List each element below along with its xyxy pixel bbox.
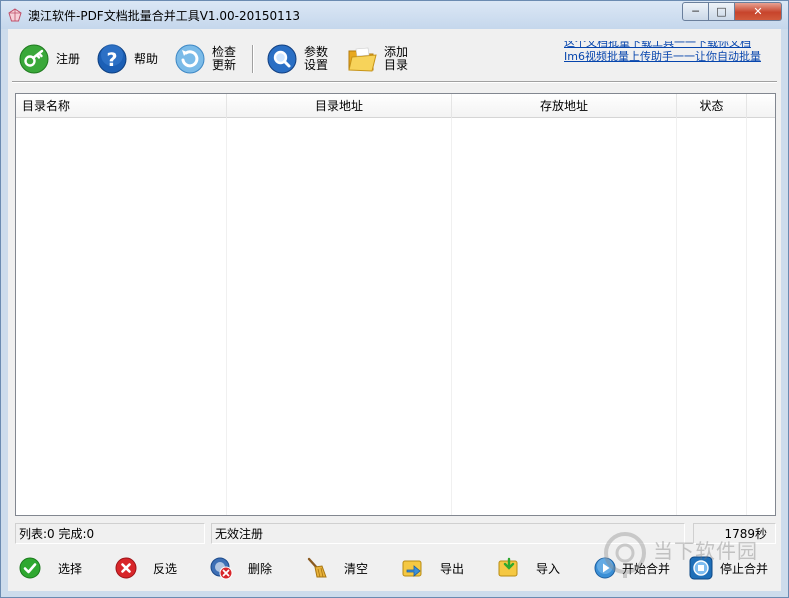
toolbar-separator: [252, 45, 254, 73]
status-bar: 列表:0 完成:0 无效注册 1789秒: [15, 523, 776, 545]
stop-icon: [689, 556, 713, 580]
play-icon: [594, 557, 616, 579]
start-merge-button[interactable]: 开始合并: [593, 555, 670, 581]
window-title: 澳江软件-PDF文档批量合并工具V1.00-20150113: [28, 9, 301, 23]
column-header-save-path[interactable]: 存放地址: [452, 94, 677, 118]
directory-list[interactable]: 目录名称 目录地址 存放地址 状态: [15, 93, 776, 516]
column-header-filler: [747, 94, 775, 118]
broom-icon: [307, 557, 327, 578]
column-divider: [451, 118, 452, 515]
ad-link-downloader[interactable]: 这个文档批量下载工具一一下载你文档: [564, 41, 779, 50]
export-icon: [402, 560, 422, 577]
import-label: 导入: [536, 561, 561, 576]
action-bar: 选择 反选 删除 清空 导出 导入 开始合并 停止合并: [8, 551, 781, 587]
minimize-icon: ─: [692, 5, 699, 18]
status-counts: 列表:0 完成:0: [15, 523, 205, 544]
check-icon: [19, 557, 41, 579]
settings-button[interactable]: 参数设置: [266, 41, 330, 77]
add-directory-label: 添加目录: [384, 45, 409, 72]
check-update-label: 检查更新: [212, 45, 237, 72]
column-header-status[interactable]: 状态: [677, 94, 747, 118]
close-button[interactable]: ✕: [735, 2, 782, 21]
toolbar: 注册 ? 帮助 检查更新 参数设置 添加目录 这个文档批量下载工具一一下载你文档…: [8, 29, 781, 85]
maximize-icon: □: [716, 5, 727, 18]
help-icon: ?: [97, 44, 127, 74]
register-button[interactable]: 注册: [18, 41, 80, 77]
search-settings-icon: [267, 44, 297, 74]
add-directory-button[interactable]: 添加目录: [346, 41, 410, 77]
stop-merge-button[interactable]: 停止合并: [689, 555, 768, 581]
register-label: 注册: [56, 51, 81, 66]
window-controls: ─ □ ✕: [682, 2, 782, 21]
close-icon: ✕: [753, 5, 763, 18]
app-icon: [8, 8, 22, 22]
title-bar[interactable]: 澳江软件-PDF文档批量合并工具V1.00-20150113 ─ □ ✕: [1, 1, 788, 29]
help-button[interactable]: ? 帮助: [96, 41, 158, 77]
column-header-dir-path[interactable]: 目录地址: [227, 94, 452, 118]
status-timer: 1789秒: [693, 523, 776, 544]
app-window: 澳江软件-PDF文档批量合并工具V1.00-20150113 ─ □ ✕ 注册: [0, 0, 789, 598]
help-label: 帮助: [134, 51, 159, 66]
delete-button[interactable]: 删除: [209, 555, 272, 581]
stop-merge-label: 停止合并: [720, 561, 769, 576]
svg-text:?: ?: [106, 49, 117, 71]
delete-label: 删除: [248, 561, 273, 576]
export-label: 导出: [440, 561, 465, 576]
toolbar-divider: [12, 81, 777, 83]
settings-label: 参数设置: [304, 45, 329, 72]
minimize-button[interactable]: ─: [682, 2, 709, 21]
select-button[interactable]: 选择: [18, 555, 82, 581]
column-divider: [226, 118, 227, 515]
list-header: 目录名称 目录地址 存放地址 状态: [16, 94, 775, 118]
maximize-button[interactable]: □: [709, 2, 735, 21]
refresh-icon: [175, 44, 205, 74]
invert-selection-button[interactable]: 反选: [114, 555, 177, 581]
clear-button[interactable]: 清空: [305, 555, 368, 581]
folder-icon: [348, 47, 377, 72]
import-button[interactable]: 导入: [497, 555, 560, 581]
status-registration: 无效注册: [211, 523, 685, 544]
check-update-button[interactable]: 检查更新: [174, 41, 238, 77]
export-button[interactable]: 导出: [401, 555, 464, 581]
delete-icon: [210, 557, 233, 580]
select-label: 选择: [58, 561, 83, 576]
key-icon: [19, 44, 49, 74]
column-divider: [746, 118, 747, 515]
start-merge-label: 开始合并: [622, 561, 671, 576]
cross-circle-icon: [115, 557, 137, 579]
column-header-dir-name[interactable]: 目录名称: [16, 94, 227, 118]
client-area: 注册 ? 帮助 检查更新 参数设置 添加目录 这个文档批量下载工具一一下载你文档…: [8, 29, 781, 591]
ad-link-uploader[interactable]: Im6视频批量上传助手一一让你自动批量: [564, 50, 779, 64]
import-icon: [498, 557, 518, 577]
list-body[interactable]: [16, 118, 775, 515]
clear-label: 清空: [344, 561, 369, 576]
column-divider: [676, 118, 677, 515]
invert-selection-label: 反选: [153, 561, 178, 576]
ad-links: 这个文档批量下载工具一一下载你文档 Im6视频批量上传助手一一让你自动批量: [564, 41, 779, 71]
